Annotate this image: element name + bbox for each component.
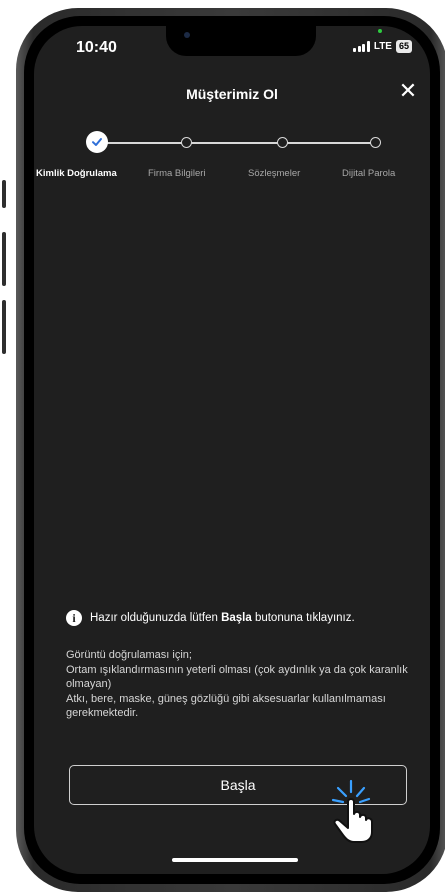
- phone-volume-up-button: [2, 232, 6, 286]
- note-line: Atkı, bere, maske, güneş gözlüğü gibi ak…: [66, 692, 386, 720]
- step-1-check-icon: [86, 131, 108, 153]
- step-label-dijital-parola: Dijital Parola: [342, 168, 396, 179]
- info-text-before: Hazır olduğunuzda lütfen: [90, 612, 222, 624]
- info-text-after: butonuna tıklayınız.: [251, 612, 355, 624]
- page-title: Müşterimiz Ol: [186, 86, 278, 102]
- network-type: LTE: [373, 41, 392, 52]
- note-line: Ortam ışıklandırmasının yeterli olması (…: [66, 663, 408, 691]
- note-line: Görüntü doğrulaması için;: [66, 649, 192, 661]
- front-camera: [184, 32, 190, 38]
- phone-screen: 10:40 LTE 65 Müşterimiz Ol ✕ Kimlik Doğr…: [34, 26, 430, 874]
- notch: [166, 26, 316, 56]
- tap-hand-icon: [331, 779, 373, 843]
- info-text-bold: Başla: [221, 612, 252, 624]
- step-2-dot: [181, 137, 192, 148]
- info-icon: i: [66, 610, 82, 626]
- phone-silent-switch: [2, 180, 6, 208]
- stepper-track: [98, 142, 374, 144]
- step-label-firma-bilgileri: Firma Bilgileri: [148, 168, 206, 179]
- info-message: i Hazır olduğunuzda lütfen Başla butonun…: [66, 610, 355, 626]
- signal-icon: [353, 41, 370, 52]
- step-3-dot: [277, 137, 288, 148]
- requirements-notes: Görüntü doğrulaması için; Ortam ışıkland…: [66, 648, 414, 721]
- status-indicators: LTE 65: [353, 40, 412, 53]
- privacy-indicator: [378, 29, 382, 33]
- close-icon: ✕: [398, 79, 418, 104]
- step-4-dot: [370, 137, 381, 148]
- phone-volume-down-button: [2, 300, 6, 354]
- home-indicator[interactable]: [172, 858, 298, 862]
- close-button[interactable]: ✕: [396, 80, 420, 104]
- step-label-sozlesmeler: Sözleşmeler: [248, 168, 301, 179]
- info-text: Hazır olduğunuzda lütfen Başla butonuna …: [90, 612, 355, 624]
- step-label-kimlik-dogrulama: Kimlik Doğrulama: [36, 168, 117, 179]
- status-time: 10:40: [76, 39, 117, 56]
- battery-icon: 65: [395, 40, 412, 53]
